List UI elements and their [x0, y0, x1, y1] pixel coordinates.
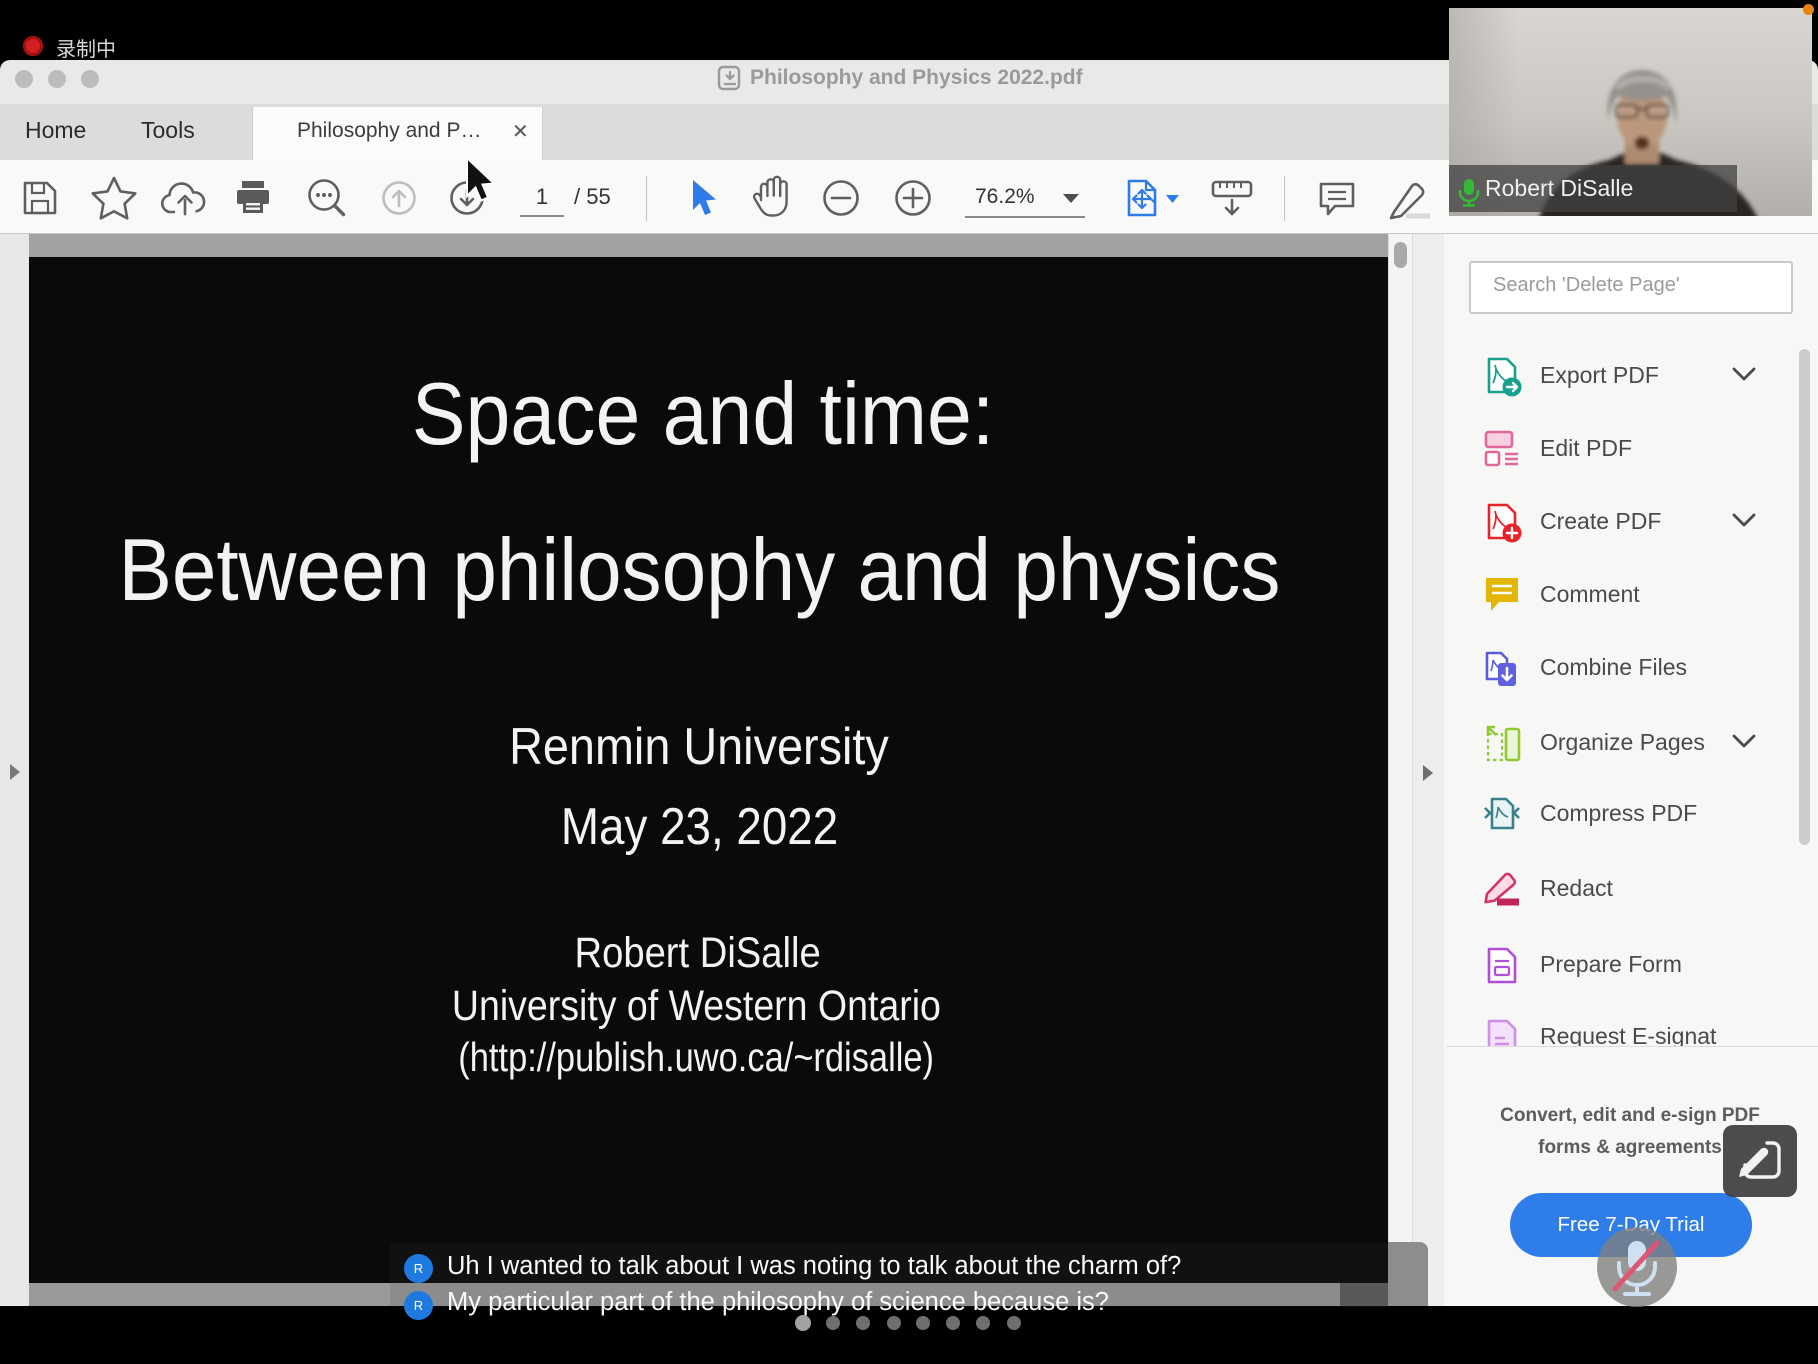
svg-text:Redact: Redact — [1540, 875, 1613, 901]
svg-text:Request E-signat: Request E-signat — [1540, 1023, 1717, 1046]
svg-text:Organize Pages: Organize Pages — [1540, 729, 1705, 755]
svg-text:Compress PDF: Compress PDF — [1540, 800, 1697, 826]
svg-text:Edit PDF: Edit PDF — [1540, 435, 1632, 461]
svg-text:Prepare Form: Prepare Form — [1540, 951, 1682, 977]
svg-text:Export PDF: Export PDF — [1540, 362, 1659, 388]
svg-text:Create PDF: Create PDF — [1540, 508, 1661, 534]
svg-text:Combine Files: Combine Files — [1540, 654, 1687, 680]
svg-text:Comment: Comment — [1540, 581, 1640, 607]
